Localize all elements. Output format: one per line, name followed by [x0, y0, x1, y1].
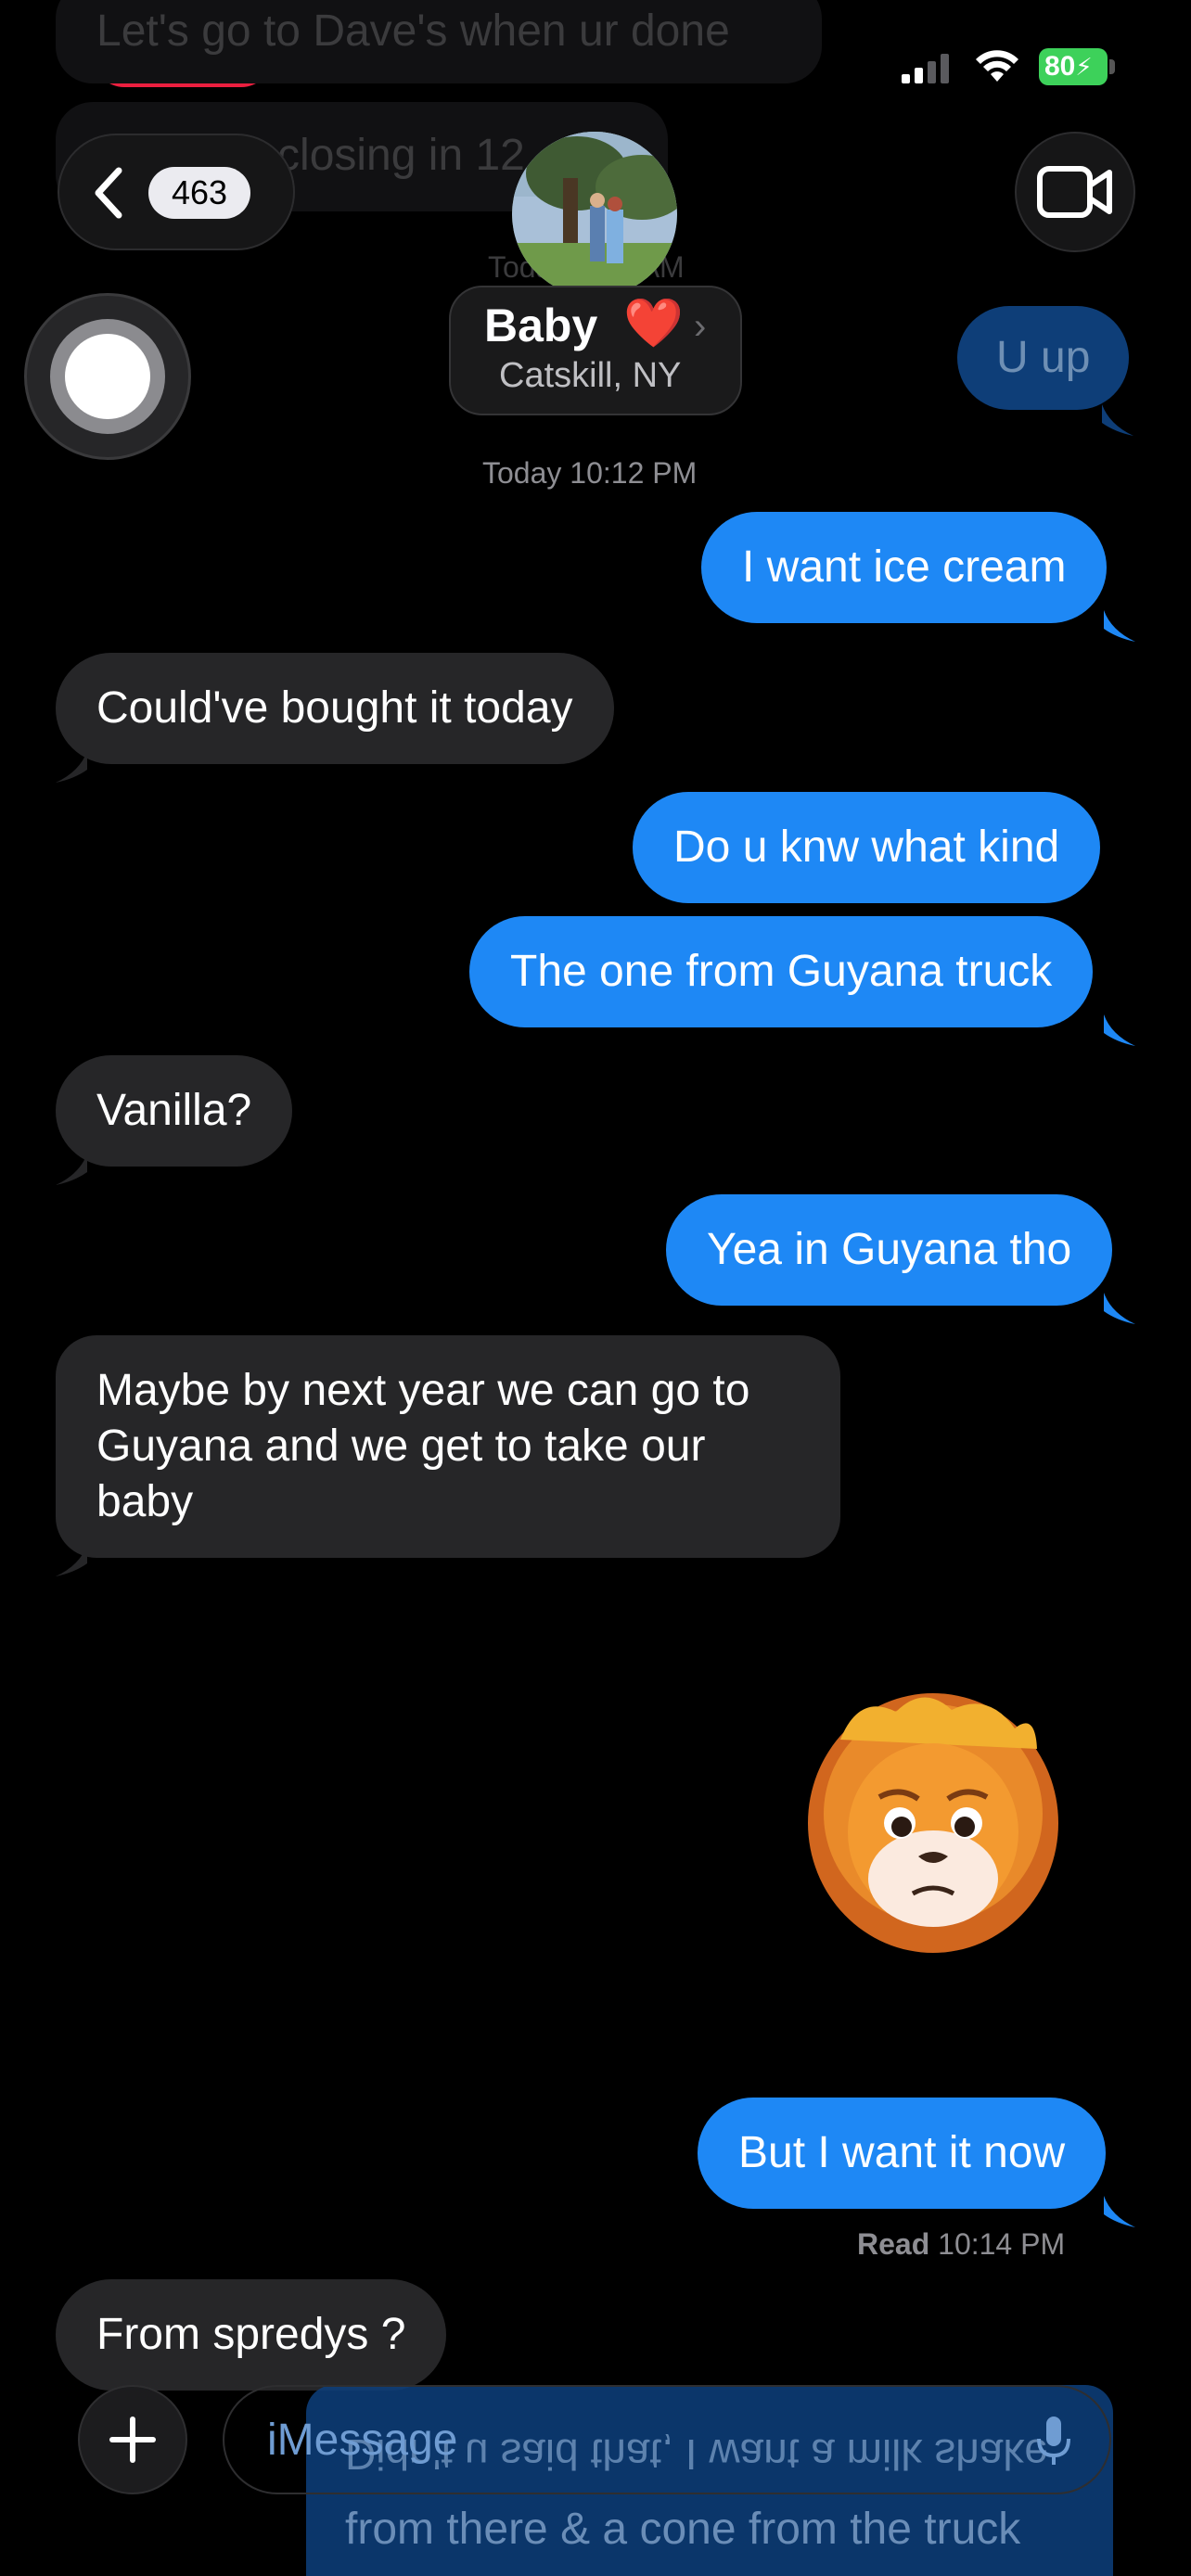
- message-bubble-sent[interactable]: I want ice cream: [701, 512, 1108, 623]
- message-bubble-received[interactable]: Maybe by next year we can go to Guyana a…: [56, 1335, 840, 1558]
- chevron-left-icon: [95, 167, 122, 219]
- contact-name: Baby: [484, 300, 598, 351]
- message-bubble-faded[interactable]: U up: [957, 306, 1130, 410]
- message-input-placeholder: iMessage: [267, 2416, 458, 2465]
- read-label: Read: [857, 2227, 930, 2261]
- battery-indicator: 80⚡: [1039, 48, 1108, 85]
- video-camera-icon: [1037, 166, 1112, 218]
- message-bubble-sent[interactable]: But I want it now: [698, 2098, 1107, 2209]
- message-bubble-sent[interactable]: The one from Guyana truck: [469, 916, 1094, 1027]
- message-bubble-sent[interactable]: Do u knw what kind: [633, 792, 1101, 903]
- message-bubble-received[interactable]: From spredys ?: [56, 2279, 447, 2391]
- bubble-tail: [1104, 1014, 1135, 1046]
- message-bubble-received[interactable]: Vanilla?: [56, 1055, 293, 1167]
- read-receipt: Read 10:14 PM: [857, 2227, 1065, 2262]
- bubble-tail: [1104, 610, 1135, 642]
- wifi-icon: [976, 50, 1018, 82]
- contact-location: Catskill, NY: [499, 356, 682, 395]
- bubble-tail: [56, 751, 87, 783]
- battery-charging-icon: ⚡: [1075, 53, 1093, 81]
- message-bubble-sent[interactable]: Yea in Guyana tho: [666, 1194, 1113, 1306]
- cellular-signal-icon: [902, 54, 949, 83]
- bubble-tail: [56, 1545, 87, 1576]
- ghost-message-1: Let's go to Dave's when ur done: [96, 6, 730, 56]
- lion-animoji-sticker[interactable]: [803, 1684, 1063, 1962]
- unread-count-badge: 463: [148, 167, 250, 219]
- timestamp: Today 10:12 PM: [482, 456, 698, 490]
- microphone-icon[interactable]: [1035, 2415, 1072, 2467]
- message-bubble-received[interactable]: Could've bought it today: [56, 653, 614, 764]
- bubble-tail: [1102, 404, 1133, 436]
- contact-avatar[interactable]: [512, 132, 677, 297]
- typing-preview-line-2: from there & a cone from the truck: [345, 2505, 1021, 2554]
- bubble-tail: [1104, 1293, 1135, 1324]
- bubble-tail: [1104, 2196, 1135, 2227]
- plus-icon-stroke: [130, 2417, 135, 2463]
- bubble-tail: [56, 1154, 87, 1185]
- battery-tip: [1109, 59, 1115, 74]
- avatar-photo: [512, 132, 677, 297]
- heart-emoji: ❤️: [623, 297, 684, 351]
- assistive-touch-dot: [65, 334, 150, 419]
- read-time: 10:14 PM: [938, 2227, 1066, 2261]
- chevron-right-icon: ›: [694, 306, 707, 347]
- battery-level: 80: [1044, 51, 1076, 82]
